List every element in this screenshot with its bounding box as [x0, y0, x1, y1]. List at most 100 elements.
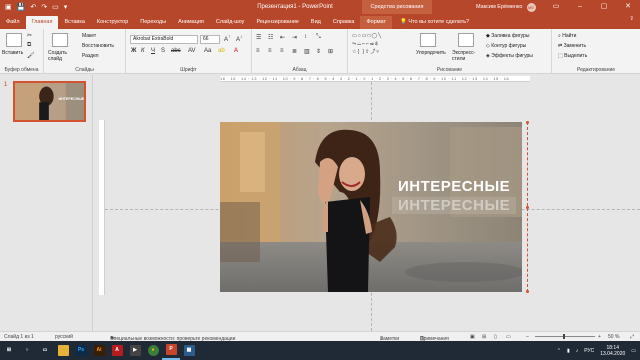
- new-slide-icon[interactable]: [52, 33, 68, 47]
- italic-icon[interactable]: К: [141, 48, 145, 54]
- strikethrough-icon[interactable]: abc: [171, 48, 181, 54]
- find-button[interactable]: ⌕ Найти: [558, 33, 576, 39]
- resize-handle-middle[interactable]: [526, 206, 529, 209]
- tab-animations[interactable]: Анимация: [172, 16, 210, 29]
- slideshow-view-icon[interactable]: ▭: [506, 334, 511, 340]
- select-button[interactable]: ⬚ Выделить: [558, 53, 587, 59]
- bullets-icon[interactable]: ☰: [256, 34, 261, 41]
- replace-button[interactable]: ⇄ Заменить: [558, 43, 586, 49]
- numbering-icon[interactable]: ☷: [268, 34, 273, 41]
- clock[interactable]: 18:14 13.04.2020: [600, 345, 625, 357]
- undo-icon[interactable]: ↶: [30, 3, 36, 11]
- notifications-icon[interactable]: ▭: [631, 348, 636, 354]
- slide-heading[interactable]: ИНТЕРЕСНЫЕ: [398, 178, 510, 195]
- change-case-icon[interactable]: Aa: [204, 48, 211, 54]
- normal-view-icon[interactable]: ▣: [470, 334, 475, 340]
- tab-file[interactable]: Файл: [0, 16, 26, 29]
- taskbar-media[interactable]: ▶: [126, 341, 144, 360]
- reading-view-icon[interactable]: ▯: [494, 334, 497, 340]
- close-icon[interactable]: ✕: [616, 0, 640, 14]
- tab-insert[interactable]: Вставка: [58, 16, 90, 29]
- new-slide-button[interactable]: Создать слайд: [48, 50, 76, 62]
- arrange-icon[interactable]: [420, 33, 436, 47]
- tab-review[interactable]: Рецензирование: [250, 16, 304, 29]
- minimize-icon[interactable]: –: [568, 0, 592, 14]
- task-view-button[interactable]: ▭: [36, 341, 54, 360]
- shadow-icon[interactable]: S: [161, 48, 165, 54]
- redo-icon[interactable]: ↷: [41, 3, 47, 11]
- layout-button[interactable]: Макет: [82, 33, 96, 39]
- shape-effects-button[interactable]: ◈ Эффекты фигуры: [486, 53, 533, 59]
- slide-thumbnail[interactable]: ИНТЕРЕСНЫЕ: [13, 81, 86, 122]
- tab-home[interactable]: Главная: [25, 16, 59, 29]
- align-text-icon[interactable]: ⇕: [316, 48, 321, 55]
- tab-view[interactable]: Вид: [305, 16, 327, 29]
- cut-icon[interactable]: ✂: [27, 32, 32, 39]
- taskbar-acrobat[interactable]: A: [108, 341, 126, 360]
- fit-slide-icon[interactable]: ⤢: [630, 334, 634, 340]
- underline-icon[interactable]: Ч: [151, 48, 155, 54]
- taskbar-chrome[interactable]: ●: [144, 341, 162, 360]
- tell-me-search[interactable]: 💡 Что вы хотите сделать?: [400, 16, 469, 29]
- autosave-icon[interactable]: ▣: [5, 3, 12, 11]
- smartart-icon[interactable]: ⊞: [328, 48, 333, 55]
- taskbar-explorer[interactable]: ▬: [54, 341, 72, 360]
- font-name-select[interactable]: Akrobat ExtraBold: [130, 35, 198, 44]
- network-icon[interactable]: ▮: [567, 348, 570, 354]
- zoom-out-icon[interactable]: –: [526, 334, 529, 340]
- tab-help[interactable]: Справка: [327, 16, 361, 29]
- keyboard-language[interactable]: РУС: [584, 348, 594, 354]
- maximize-icon[interactable]: ▢: [592, 0, 616, 14]
- tab-slideshow[interactable]: Слайд-шоу: [210, 16, 251, 29]
- start-button[interactable]: ⊞: [0, 341, 18, 360]
- decrease-indent-icon[interactable]: ⇤: [280, 34, 285, 41]
- align-right-icon[interactable]: ≡: [280, 48, 284, 54]
- taskbar-gallery[interactable]: ▦: [180, 341, 198, 360]
- font-size-select[interactable]: 66: [200, 35, 220, 44]
- highlight-icon[interactable]: ab: [218, 48, 225, 54]
- shrink-font-icon[interactable]: A↓: [236, 34, 243, 43]
- justify-icon[interactable]: ≣: [292, 48, 297, 55]
- language-indicator[interactable]: русский: [55, 334, 73, 340]
- reset-button[interactable]: Восстановить: [82, 43, 114, 49]
- slide-sorter-icon[interactable]: ⊞: [482, 334, 486, 340]
- grow-font-icon[interactable]: A↑: [224, 34, 231, 43]
- shape-fill-button[interactable]: ◆ Заливка фигуры: [486, 33, 529, 39]
- user-account[interactable]: Максим Ерёменко МЕ: [476, 2, 536, 12]
- resize-handle-top[interactable]: [526, 121, 529, 124]
- text-direction-icon[interactable]: ⤡: [316, 34, 321, 41]
- align-center-icon[interactable]: ≡: [268, 48, 272, 54]
- tab-format[interactable]: Формат: [360, 16, 392, 29]
- increase-indent-icon[interactable]: ⇥: [292, 34, 297, 41]
- zoom-in-icon[interactable]: +: [598, 334, 601, 340]
- resize-handle-bottom[interactable]: [526, 290, 529, 293]
- font-color-icon[interactable]: A: [234, 48, 238, 54]
- slide-heading-reflection[interactable]: ИНТЕРЕСНЫЕ: [392, 197, 517, 214]
- quick-styles-button[interactable]: Экспресс-стили: [452, 50, 482, 62]
- tab-design[interactable]: Конструктор: [91, 16, 134, 29]
- volume-icon[interactable]: ♪: [576, 348, 579, 354]
- slide[interactable]: ИНТЕРЕСНЫЕ ИНТЕРЕСНЫЕ: [220, 122, 522, 292]
- share-icon[interactable]: ⇪: [629, 16, 634, 22]
- arrange-button[interactable]: Упорядочить: [416, 50, 446, 56]
- columns-icon[interactable]: ▥: [304, 48, 310, 55]
- taskbar-photoshop[interactable]: Ps: [72, 341, 90, 360]
- save-icon[interactable]: 💾: [17, 3, 26, 11]
- slideshow-icon[interactable]: ▭: [52, 3, 59, 11]
- tray-chevron-icon[interactable]: ⌃: [557, 348, 561, 354]
- zoom-slider[interactable]: [535, 336, 595, 337]
- format-painter-icon[interactable]: 🖌: [27, 52, 35, 59]
- zoom-slider-thumb[interactable]: [563, 334, 565, 339]
- paste-button[interactable]: Вставить: [2, 50, 23, 56]
- shape-outline-button[interactable]: ◇ Контур фигуры: [486, 43, 526, 49]
- bold-icon[interactable]: Ж: [131, 48, 136, 54]
- taskbar-illustrator[interactable]: Ai: [90, 341, 108, 360]
- taskbar-powerpoint[interactable]: P: [162, 341, 180, 360]
- tab-transitions[interactable]: Переходы: [134, 16, 172, 29]
- copy-icon[interactable]: ⧉: [27, 42, 31, 49]
- search-button[interactable]: ○: [18, 341, 36, 360]
- spacing-icon[interactable]: AV: [188, 48, 196, 54]
- paste-icon[interactable]: [6, 33, 22, 47]
- quick-styles-icon[interactable]: [458, 33, 474, 47]
- align-left-icon[interactable]: ≡: [256, 48, 260, 54]
